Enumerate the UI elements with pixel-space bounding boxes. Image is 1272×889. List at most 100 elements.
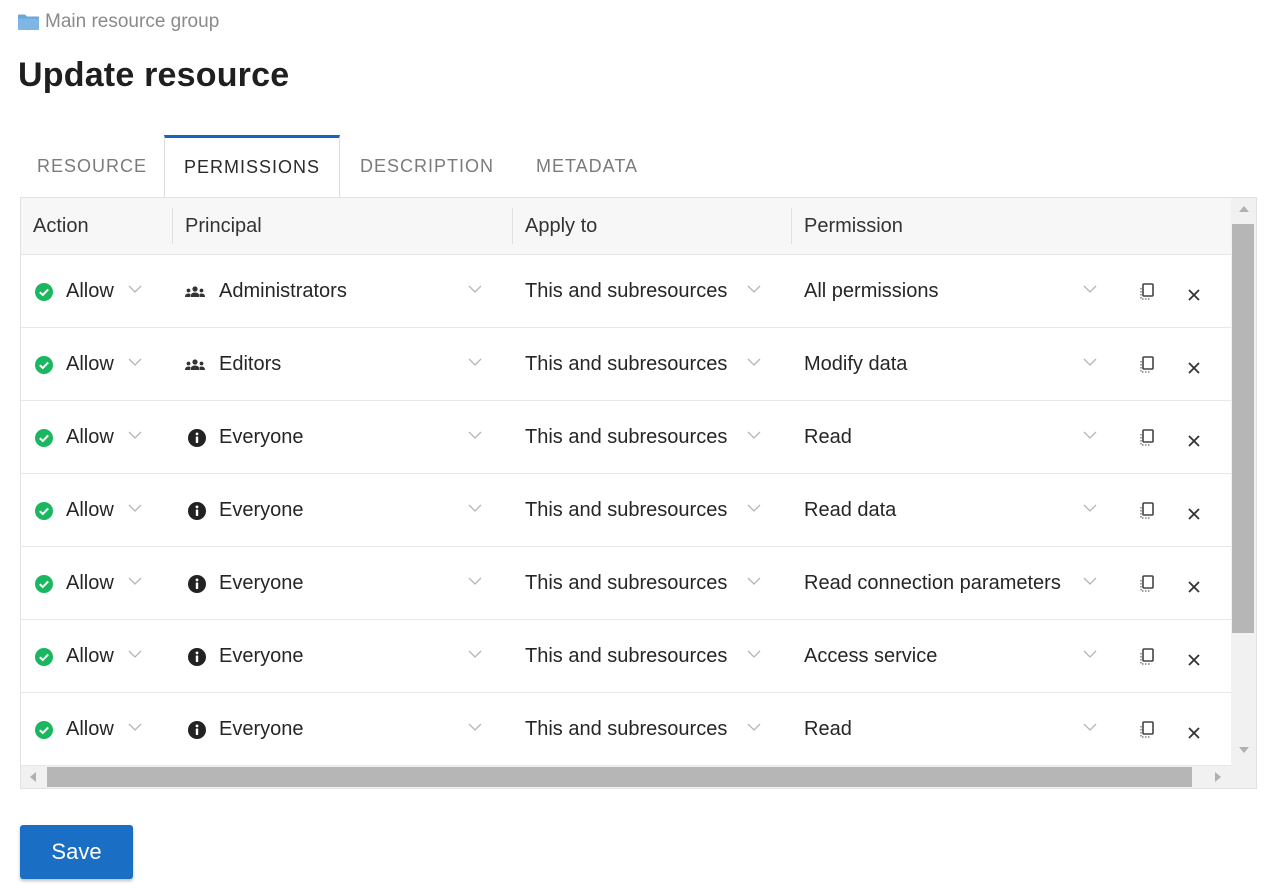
permissions-grid: Action Principal Apply to Permission All…	[20, 197, 1257, 789]
action-select[interactable]: Allow	[35, 547, 114, 620]
permission-select[interactable]: Read data	[804, 474, 896, 547]
chevron-down-icon[interactable]	[468, 282, 482, 296]
copy-button[interactable]	[1138, 401, 1156, 474]
chevron-down-icon[interactable]	[468, 720, 482, 734]
info-icon	[188, 647, 206, 666]
chevron-down-icon[interactable]	[747, 428, 761, 442]
copy-button[interactable]	[1138, 693, 1156, 766]
chevron-down-icon[interactable]	[747, 282, 761, 296]
horizontal-scroll-thumb[interactable]	[47, 767, 1192, 787]
principal-value: Everyone	[219, 572, 304, 594]
chevron-down-icon[interactable]	[747, 647, 761, 661]
apply-to-value: This and subresources	[525, 426, 728, 448]
chevron-down-icon[interactable]	[128, 647, 142, 661]
chevron-down-icon[interactable]	[1083, 647, 1097, 661]
breadcrumb-label: Main resource group	[45, 11, 220, 32]
permission-select[interactable]: Read	[804, 693, 852, 766]
tab-description[interactable]: DESCRIPTION	[340, 135, 514, 197]
chevron-down-icon[interactable]	[128, 501, 142, 515]
action-value: Allow	[66, 280, 114, 302]
apply-to-value: This and subresources	[525, 280, 728, 302]
chevron-down-icon[interactable]	[1083, 428, 1097, 442]
vertical-scrollbar[interactable]	[1231, 198, 1256, 766]
chevron-down-icon[interactable]	[128, 282, 142, 296]
apply-to-select[interactable]: This and subresources	[525, 693, 727, 766]
copy-button[interactable]	[1138, 474, 1156, 547]
remove-button[interactable]	[1187, 547, 1201, 620]
principal-select[interactable]: Everyone	[188, 474, 304, 547]
action-value: Allow	[66, 426, 114, 448]
principal-select[interactable]: Everyone	[188, 693, 304, 766]
chevron-down-icon[interactable]	[468, 574, 482, 588]
remove-button[interactable]	[1187, 401, 1201, 474]
permission-select[interactable]: Read	[804, 401, 852, 474]
remove-button[interactable]	[1187, 693, 1201, 766]
chevron-down-icon[interactable]	[1083, 355, 1097, 369]
header-action: Action	[33, 215, 89, 237]
chevron-down-icon[interactable]	[1083, 501, 1097, 515]
chevron-down-icon[interactable]	[468, 355, 482, 369]
scroll-up-arrow-icon[interactable]	[1239, 206, 1249, 212]
chevron-down-icon[interactable]	[128, 574, 142, 588]
principal-select[interactable]: Everyone	[188, 547, 304, 620]
remove-button[interactable]	[1187, 255, 1201, 328]
tab-permissions[interactable]: PERMISSIONS	[164, 135, 340, 197]
scroll-down-arrow-icon[interactable]	[1239, 747, 1249, 753]
action-select[interactable]: Allow	[35, 255, 114, 328]
vertical-scroll-thumb[interactable]	[1232, 224, 1254, 633]
chevron-down-icon[interactable]	[747, 355, 761, 369]
principal-select[interactable]: Everyone	[188, 401, 304, 474]
chevron-down-icon[interactable]	[747, 501, 761, 515]
action-select[interactable]: Allow	[35, 693, 114, 766]
close-icon	[1187, 431, 1201, 447]
copy-button[interactable]	[1138, 255, 1156, 328]
copy-icon	[1138, 720, 1156, 740]
apply-to-select[interactable]: This and subresources	[525, 255, 727, 328]
apply-to-select[interactable]: This and subresources	[525, 401, 727, 474]
chevron-down-icon[interactable]	[1083, 720, 1097, 734]
principal-select[interactable]: Editors	[184, 328, 281, 401]
permission-select[interactable]: Read connection parameters	[804, 547, 1061, 620]
horizontal-scrollbar[interactable]	[21, 766, 1232, 788]
permission-select[interactable]: Access service	[804, 620, 937, 693]
chevron-down-icon[interactable]	[1083, 282, 1097, 296]
permission-select[interactable]: Modify data	[804, 328, 907, 401]
apply-to-select[interactable]: This and subresources	[525, 547, 727, 620]
remove-button[interactable]	[1187, 328, 1201, 401]
apply-to-select[interactable]: This and subresources	[525, 474, 727, 547]
check-circle-icon	[35, 720, 53, 739]
principal-select[interactable]: Administrators	[184, 255, 347, 328]
action-select[interactable]: Allow	[35, 620, 114, 693]
chevron-down-icon[interactable]	[747, 720, 761, 734]
apply-to-select[interactable]: This and subresources	[525, 328, 727, 401]
chevron-down-icon[interactable]	[468, 428, 482, 442]
scroll-right-arrow-icon[interactable]	[1215, 772, 1221, 782]
chevron-down-icon[interactable]	[468, 647, 482, 661]
tab-metadata[interactable]: METADATA	[514, 135, 660, 197]
chevron-down-icon[interactable]	[128, 720, 142, 734]
chevron-down-icon[interactable]	[1083, 574, 1097, 588]
header-permission: Permission	[804, 215, 903, 237]
chevron-down-icon[interactable]	[747, 574, 761, 588]
apply-to-select[interactable]: This and subresources	[525, 620, 727, 693]
group-icon	[184, 356, 206, 374]
action-select[interactable]: Allow	[35, 328, 114, 401]
copy-button[interactable]	[1138, 620, 1156, 693]
tab-resource[interactable]: RESOURCE	[20, 135, 164, 197]
copy-button[interactable]	[1138, 547, 1156, 620]
remove-button[interactable]	[1187, 474, 1201, 547]
copy-icon	[1138, 282, 1156, 302]
permission-select[interactable]: All permissions	[804, 255, 938, 328]
action-select[interactable]: Allow	[35, 401, 114, 474]
save-button[interactable]: Save	[20, 825, 133, 879]
chevron-down-icon[interactable]	[128, 428, 142, 442]
breadcrumb[interactable]: Main resource group	[18, 10, 219, 34]
remove-button[interactable]	[1187, 620, 1201, 693]
principal-select[interactable]: Everyone	[188, 620, 304, 693]
chevron-down-icon[interactable]	[468, 501, 482, 515]
chevron-down-icon[interactable]	[128, 355, 142, 369]
scroll-left-arrow-icon[interactable]	[30, 772, 36, 782]
check-circle-icon	[35, 574, 53, 593]
copy-button[interactable]	[1138, 328, 1156, 401]
action-select[interactable]: Allow	[35, 474, 114, 547]
